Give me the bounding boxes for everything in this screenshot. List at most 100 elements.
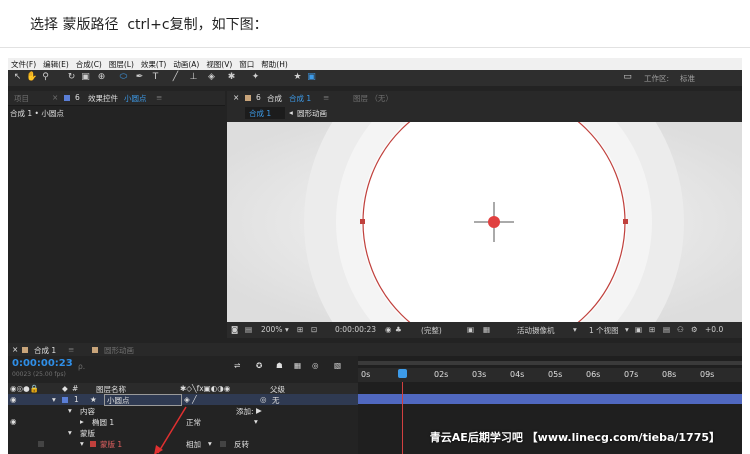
- flow-current-box[interactable]: 合成 1: [245, 107, 285, 119]
- close-icon[interactable]: ×: [233, 93, 239, 102]
- chevron-down-icon[interactable]: ▾: [285, 325, 289, 334]
- selection-tool-icon[interactable]: ↖: [12, 72, 23, 83]
- puppet-tool-icon[interactable]: ✦: [250, 72, 261, 83]
- motion-blur-icon[interactable]: ◎: [312, 361, 319, 370]
- grid-icon[interactable]: ⊞: [297, 325, 303, 334]
- time-ruler[interactable]: 0s 02s 03s 04s 05s 06s 07s 08s 09s: [358, 368, 742, 382]
- preview-icon[interactable]: ▤: [245, 325, 252, 334]
- twirl-right-icon[interactable]: ▸: [80, 417, 84, 426]
- timeline-icon[interactable]: ▤: [663, 325, 670, 334]
- region-of-interest-icon[interactable]: ▣: [467, 325, 474, 334]
- menu-view[interactable]: 视图(V): [206, 59, 232, 70]
- menu-effect[interactable]: 效果(T): [141, 59, 166, 70]
- exposure-value[interactable]: +0.0: [705, 325, 723, 334]
- brush-tool-icon[interactable]: ╱: [170, 72, 181, 83]
- label-color-icon[interactable]: [62, 397, 68, 403]
- eraser-tool-icon[interactable]: ◈: [206, 72, 217, 83]
- toggle-pixel-icon[interactable]: ▣: [635, 325, 642, 334]
- clone-tool-icon[interactable]: ⊥: [188, 72, 199, 83]
- viewer-controls: ◙ ▤ 200% ▾ ⊞ ⊡ 0:00:00:23 ◉ ♣ (完整) ▣ ▦ 活…: [227, 322, 742, 338]
- tab-timeline-other[interactable]: 圆形动画: [104, 345, 134, 356]
- current-timecode[interactable]: 0:00:00:23: [335, 325, 376, 334]
- comp-mini-flowchart-icon[interactable]: ⇌: [234, 361, 240, 370]
- twirl-down-icon[interactable]: ▾: [80, 439, 84, 448]
- menu-animation[interactable]: 动画(A): [173, 59, 199, 70]
- region-icon[interactable]: ⊡: [311, 325, 317, 334]
- menu-window[interactable]: 窗口: [239, 59, 254, 70]
- exposure-icon[interactable]: ⚙: [691, 325, 698, 334]
- layer-switches[interactable]: ◈ ╱: [184, 395, 197, 404]
- ellipse-tool-icon[interactable]: ⬭: [118, 72, 129, 83]
- star-icon[interactable]: ★: [292, 72, 303, 83]
- menu-layer[interactable]: 图层(L): [109, 59, 134, 70]
- add-menu-icon[interactable]: ▶: [256, 406, 262, 415]
- layer-duration-bar[interactable]: [358, 394, 742, 404]
- chevron-down-icon[interactable]: ▾: [625, 325, 629, 334]
- zoom-value[interactable]: 200%: [261, 325, 282, 334]
- chevron-down-icon[interactable]: ▾: [573, 325, 577, 334]
- resolution-value[interactable]: (完整): [421, 325, 442, 336]
- type-tool-icon[interactable]: T: [150, 72, 161, 83]
- visibility-icon[interactable]: ◉: [10, 417, 17, 426]
- camera-tool-icon[interactable]: ▣: [80, 72, 91, 83]
- graph-editor-icon[interactable]: ▧: [334, 361, 341, 370]
- frame-blend-icon[interactable]: ▦: [294, 361, 301, 370]
- playhead-handle[interactable]: [398, 369, 407, 378]
- menu-edit[interactable]: 编辑(E): [43, 59, 69, 70]
- parent-pickwhip-icon[interactable]: ◎: [260, 395, 267, 404]
- twirl-down-icon[interactable]: ▾: [68, 406, 72, 415]
- menu-help[interactable]: 帮助(H): [261, 59, 288, 70]
- menu-composition[interactable]: 合成(C): [76, 59, 102, 70]
- workspace-value[interactable]: 标准: [680, 73, 695, 84]
- twirl-down-icon[interactable]: ▾: [68, 428, 72, 437]
- tab-project[interactable]: 项目: [14, 93, 29, 104]
- layer-row[interactable]: ◉ ▾ 1 ★ 小圆点 ◈ ╱ ◎ 无: [8, 394, 358, 406]
- panel-menu-icon[interactable]: ≡: [68, 345, 74, 354]
- invert-checkbox[interactable]: [220, 441, 226, 447]
- zoom-tool-icon[interactable]: ⚲: [40, 72, 51, 83]
- snapshot-icon[interactable]: ◙: [231, 325, 238, 334]
- tab-layer[interactable]: 图层 （无）: [353, 93, 393, 104]
- pen-tool-icon[interactable]: ✒: [134, 72, 145, 83]
- chevron-down-icon[interactable]: ▾: [254, 417, 258, 426]
- tab-timeline-comp[interactable]: 合成 1: [34, 345, 56, 356]
- transparency-grid-icon[interactable]: ▦: [483, 325, 490, 334]
- view-layout-select[interactable]: 1 个视图: [589, 325, 619, 336]
- channel-icon[interactable]: ♣: [395, 325, 402, 334]
- camera-snapshot-icon[interactable]: ◉: [385, 325, 392, 334]
- snapping-icon[interactable]: ▣: [306, 72, 317, 83]
- shy-icon[interactable]: ☗: [276, 361, 283, 370]
- close-icon[interactable]: ×: [52, 93, 58, 102]
- tab-effect-controls[interactable]: 效果控件: [88, 93, 118, 104]
- visibility-icon[interactable]: ◉: [10, 395, 17, 404]
- rotate-tool-icon[interactable]: ↻: [66, 72, 77, 83]
- mask-vertex-right[interactable]: [623, 219, 628, 224]
- ae-window: 文件(F) 编辑(E) 合成(C) 图层(L) 效果(T) 动画(A) 视图(V…: [8, 58, 742, 454]
- roto-brush-tool-icon[interactable]: ✱: [226, 72, 237, 83]
- work-area-bar[interactable]: [358, 361, 742, 365]
- timeline-timecode[interactable]: 0:00:00:23: [12, 358, 73, 369]
- mask-vertex-left[interactable]: [360, 219, 365, 224]
- tab-composition[interactable]: 合成 1: [289, 93, 311, 104]
- panel-menu-icon[interactable]: ≡: [323, 93, 329, 102]
- playhead-line[interactable]: [402, 382, 403, 454]
- twirl-down-icon[interactable]: ▾: [52, 395, 56, 404]
- small-dot[interactable]: [488, 216, 500, 228]
- flowchart-icon[interactable]: ⚇: [677, 325, 684, 334]
- chevron-down-icon[interactable]: ▾: [208, 439, 212, 448]
- flow-next[interactable]: 圆形动画: [297, 108, 327, 119]
- camera-select[interactable]: 活动摄像机: [517, 325, 555, 336]
- draft-3d-icon[interactable]: ✪: [256, 361, 262, 370]
- close-icon[interactable]: ×: [12, 345, 18, 354]
- pan-behind-tool-icon[interactable]: ⊕: [96, 72, 107, 83]
- mask-name[interactable]: 蒙版 1: [100, 439, 122, 450]
- search-input[interactable]: ρ.: [78, 362, 85, 371]
- composition-viewer[interactable]: [227, 122, 742, 322]
- hand-tool-icon[interactable]: ✋: [26, 72, 37, 83]
- panel-menu-icon[interactable]: ≡: [156, 93, 162, 102]
- mask-color-icon[interactable]: [90, 441, 96, 447]
- fast-preview-icon[interactable]: ⊞: [649, 325, 655, 334]
- mask-lock-box[interactable]: [38, 441, 44, 447]
- tab-composition-prefix[interactable]: 合成: [267, 93, 282, 104]
- menu-file[interactable]: 文件(F): [11, 59, 36, 70]
